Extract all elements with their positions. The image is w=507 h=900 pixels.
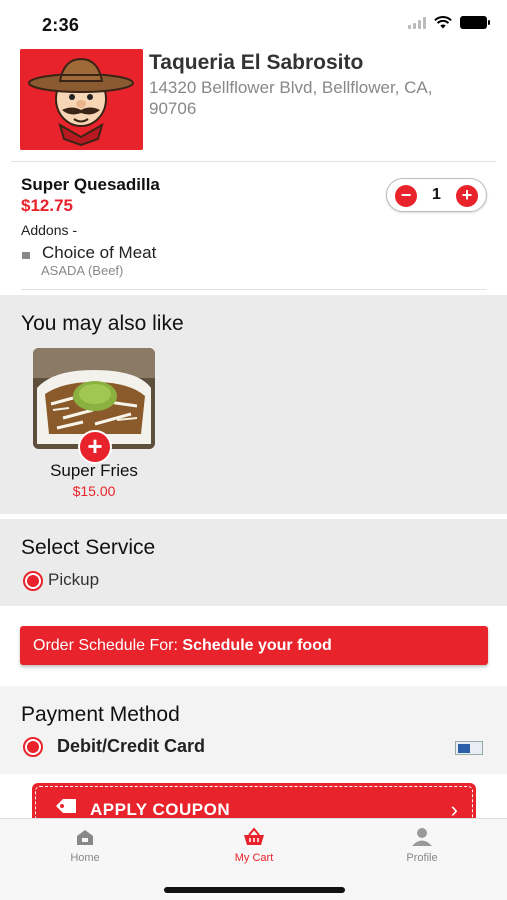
signal-icon: [408, 16, 426, 29]
restaurant-logo: [20, 49, 143, 150]
restaurant-name: Taqueria El Sabrosito: [149, 51, 364, 74]
battery-icon: [460, 16, 490, 29]
home-icon: [77, 830, 93, 845]
add-suggestion-button[interactable]: +: [78, 430, 112, 464]
service-section: Select Service Pickup: [0, 519, 507, 606]
order-schedule-button[interactable]: Order Schedule For: Schedule your food: [20, 626, 488, 665]
quantity-stepper: − 1 +: [386, 178, 487, 212]
divider: [11, 161, 496, 162]
payment-title: Payment Method: [21, 703, 180, 726]
addon-name: Choice of Meat: [42, 243, 157, 262]
tab-home[interactable]: Home: [30, 827, 140, 864]
addon-bullet-icon: [22, 252, 30, 259]
restaurant-address: 14320 Bellflower Blvd, Bellflower, CA, 9…: [149, 78, 433, 118]
suggestions-section: You may also like + Super Fries $15.00: [0, 295, 507, 514]
status-time: 2:36: [42, 15, 80, 35]
schedule-prefix: Order Schedule For:: [33, 637, 183, 654]
item-price: $12.75: [21, 196, 73, 215]
item-name: Super Quesadilla: [21, 175, 160, 194]
tab-profile[interactable]: Profile: [367, 827, 477, 864]
restaurant-header: Taqueria El Sabrosito 14320 Bellflower B…: [20, 48, 487, 150]
card-payment-label[interactable]: Debit/Credit Card: [57, 736, 205, 757]
card-payment-radio[interactable]: [23, 737, 43, 757]
payment-section: Payment Method Debit/Credit Card: [0, 686, 507, 774]
suggestion-name: Super Fries: [50, 461, 138, 480]
addons-label: Addons -: [21, 222, 78, 238]
tab-my-cart[interactable]: My Cart: [199, 827, 309, 864]
tab-profile-label: Profile: [406, 852, 438, 864]
cart-item: Super Quesadilla $12.75 − 1 + Addons - C…: [21, 172, 487, 282]
tab-home-label: Home: [70, 852, 100, 864]
status-bar: 2:36: [0, 0, 507, 48]
tab-my-cart-label: My Cart: [234, 852, 274, 864]
service-title: Select Service: [21, 536, 156, 559]
basket-icon: [244, 827, 264, 845]
pickup-radio[interactable]: [23, 571, 43, 591]
addon-value: ASADA (Beef): [41, 263, 124, 278]
schedule-value: Schedule your food: [182, 637, 332, 654]
pickup-label[interactable]: Pickup: [48, 570, 99, 590]
suggestion-price: $15.00: [72, 483, 116, 499]
wifi-icon: [434, 16, 452, 29]
suggestion-card[interactable]: + Super Fries $15.00: [33, 348, 155, 499]
profile-icon: [412, 828, 432, 846]
increase-quantity-button[interactable]: +: [456, 185, 478, 207]
suggestions-title: You may also like: [21, 312, 184, 335]
coupon-label: APPLY COUPON: [90, 800, 231, 819]
home-indicator[interactable]: [164, 887, 345, 893]
tag-icon: [56, 799, 76, 813]
status-icons: [408, 16, 490, 29]
divider: [21, 289, 487, 290]
credit-card-icon: [455, 741, 483, 755]
